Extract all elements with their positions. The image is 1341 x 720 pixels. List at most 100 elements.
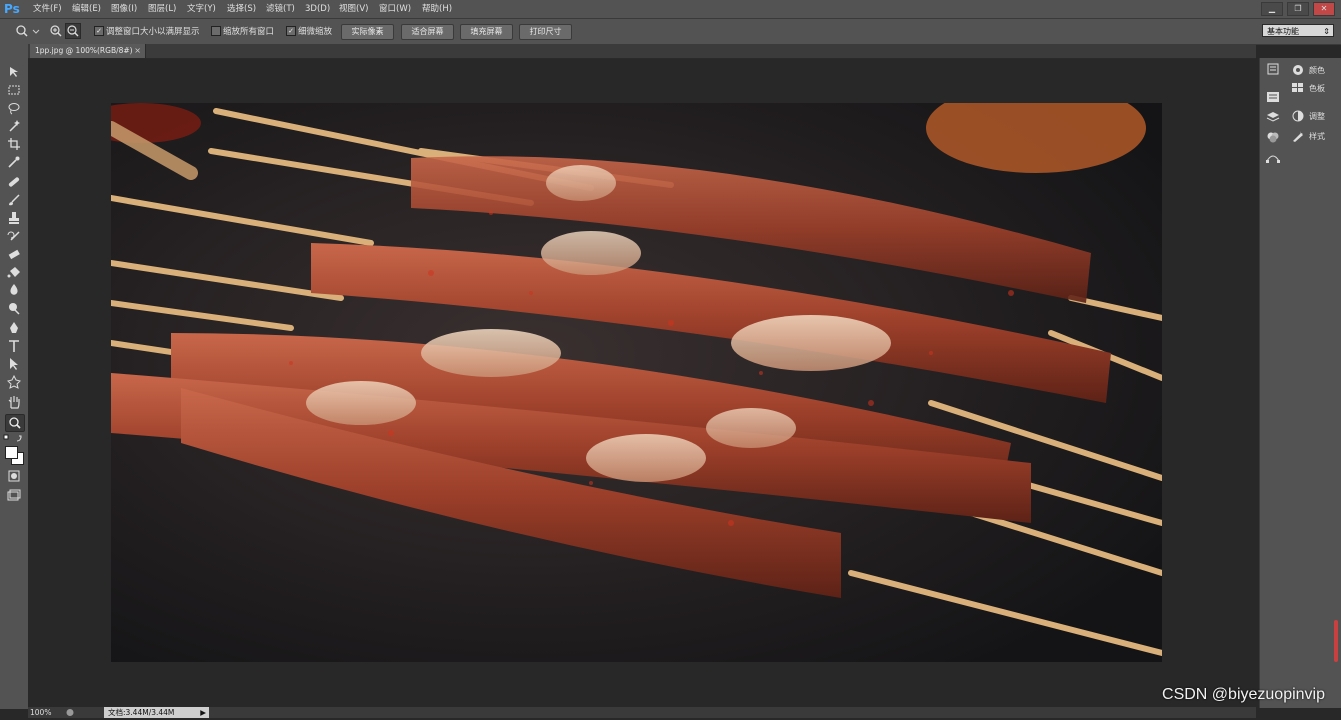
history-brush-tool[interactable] <box>5 228 23 244</box>
swatches-panel-button[interactable]: 色板 <box>1291 80 1339 96</box>
resize-windows-label: 调整窗口大小以满屏显示 <box>106 27 200 37</box>
droplet-icon <box>10 284 18 295</box>
marquee-icon <box>8 85 20 95</box>
adjustments-panel-label: 调整 <box>1309 111 1325 121</box>
kebab-skewers-photo <box>111 103 1162 662</box>
layers-icon <box>1266 112 1280 122</box>
dodge-icon <box>9 303 20 315</box>
lasso-icon <box>8 103 20 115</box>
bandage-icon <box>8 177 20 187</box>
menu-help[interactable]: 帮助(H) <box>422 0 452 18</box>
color-swatches[interactable] <box>4 445 24 465</box>
history-panel-button[interactable] <box>1265 62 1281 76</box>
move-icon <box>10 67 18 77</box>
menu-file[interactable]: 文件(F) <box>33 0 62 18</box>
pen-tool[interactable] <box>5 320 23 336</box>
minimize-button[interactable]: ▁ <box>1261 2 1283 16</box>
layers-panel-button[interactable] <box>1265 110 1281 124</box>
chevron-updown-icon: ⇕ <box>1323 27 1330 36</box>
quick-mask-button[interactable] <box>5 468 23 484</box>
checkbox-unchecked-icon <box>211 26 221 36</box>
move-tool[interactable] <box>5 64 23 80</box>
screen-mode-button[interactable] <box>5 487 23 503</box>
menu-bar: Ps 文件(F) 编辑(E) 图像(I) 图层(L) 文字(Y) 选择(S) 滤… <box>0 0 1341 19</box>
shape-tool[interactable] <box>5 374 23 390</box>
foreground-color-swatch[interactable] <box>5 446 18 459</box>
document-tab-title: 1pp.jpg @ 100%(RGB/8#) <box>35 46 133 55</box>
eraser-icon <box>8 249 20 260</box>
menu-select[interactable]: 选择(S) <box>227 0 256 18</box>
menu-edit[interactable]: 编辑(E) <box>72 0 101 18</box>
brush-icon <box>9 194 20 206</box>
actual-pixels-button[interactable]: 实际像素 <box>341 24 394 40</box>
channels-panel-button[interactable] <box>1265 130 1281 144</box>
history-icon <box>1267 63 1279 75</box>
scroll-indicator[interactable] <box>1334 620 1338 662</box>
type-tool[interactable] <box>5 338 23 354</box>
triangle-right-icon[interactable]: ▶ <box>200 707 206 718</box>
path-selection-tool[interactable] <box>5 356 23 372</box>
bucket-icon <box>7 267 20 278</box>
menu-filter[interactable]: 滤镜(T) <box>266 0 295 18</box>
lasso-tool[interactable] <box>5 100 23 116</box>
close-button[interactable]: ✕ <box>1313 2 1335 16</box>
watermark-text: CSDN @biyezuopinvip <box>1162 686 1325 703</box>
checkbox-checked-icon: ✓ <box>94 26 104 36</box>
hand-tool[interactable] <box>5 394 23 410</box>
channels-icon <box>1267 132 1279 143</box>
options-bar: ✓ 调整窗口大小以满屏显示 缩放所有窗口 ✓ 细微缩放 实际像素 适合屏幕 填充… <box>0 19 1341 45</box>
adjustments-panel-button[interactable]: 调整 <box>1291 108 1339 124</box>
document-canvas-image[interactable] <box>111 103 1162 662</box>
scrubby-zoom-checkbox[interactable]: ✓ 细微缩放 <box>286 25 332 37</box>
restore-button[interactable]: ❐ <box>1287 2 1309 16</box>
panel-dock: 颜色 色板 调整 样式 <box>1287 58 1341 708</box>
swatches-icon <box>1292 83 1303 92</box>
menu-window[interactable]: 窗口(W) <box>379 0 411 18</box>
properties-panel-button[interactable] <box>1265 90 1281 104</box>
zoom-in-button[interactable] <box>49 24 63 38</box>
fill-screen-button[interactable]: 填充屏幕 <box>460 24 513 40</box>
magic-wand-tool[interactable] <box>5 118 23 134</box>
workspace-select[interactable]: 基本功能 ⇕ <box>1262 24 1334 37</box>
info-icon <box>66 709 74 716</box>
blur-tool[interactable] <box>5 282 23 298</box>
crop-tool[interactable] <box>5 136 23 152</box>
zoom-out-button[interactable] <box>65 23 81 39</box>
eyedropper-tool[interactable] <box>5 154 23 170</box>
zoom-all-windows-label: 缩放所有窗口 <box>223 27 275 37</box>
tab-close-icon[interactable]: × <box>134 44 141 58</box>
zoom-tool-preset[interactable] <box>14 24 40 38</box>
screen-mode-icon <box>7 489 21 501</box>
menu-3d[interactable]: 3D(D) <box>305 0 330 18</box>
status-info-button[interactable] <box>65 708 75 717</box>
eraser-tool[interactable] <box>5 246 23 262</box>
status-bar: 100% 文档:3.44M/3.44M ▶ <box>28 707 1256 718</box>
menu-image[interactable]: 图像(I) <box>111 0 137 18</box>
menu-layer[interactable]: 图层(L) <box>148 0 176 18</box>
styles-panel-button[interactable]: 样式 <box>1291 128 1339 144</box>
color-panel-button[interactable]: 颜色 <box>1291 62 1339 78</box>
document-tab[interactable]: 1pp.jpg @ 100%(RGB/8#) × <box>30 44 146 58</box>
zoom-all-windows-checkbox[interactable]: 缩放所有窗口 <box>211 25 274 37</box>
zoom-out-icon <box>67 25 79 37</box>
print-size-button[interactable]: 打印尺寸 <box>519 24 572 40</box>
paths-panel-button[interactable] <box>1265 150 1281 164</box>
clone-stamp-tool[interactable] <box>5 210 23 226</box>
healing-brush-tool[interactable] <box>5 174 23 190</box>
resize-windows-checkbox[interactable]: ✓ 调整窗口大小以满屏显示 <box>94 25 200 37</box>
default-colors-swap[interactable] <box>3 434 25 444</box>
history-brush-icon <box>7 231 20 241</box>
paint-bucket-tool[interactable] <box>5 264 23 280</box>
color-panel-label: 颜色 <box>1309 65 1325 75</box>
panel-dock-icons <box>1259 58 1288 708</box>
fit-screen-button[interactable]: 适合屏幕 <box>401 24 454 40</box>
brush-tool[interactable] <box>5 192 23 208</box>
menu-type[interactable]: 文字(Y) <box>187 0 216 18</box>
dodge-tool[interactable] <box>5 300 23 316</box>
zoom-tool[interactable] <box>5 414 25 432</box>
menu-view[interactable]: 视图(V) <box>339 0 368 18</box>
marquee-tool[interactable] <box>5 82 23 98</box>
photoshop-logo: Ps <box>4 2 20 16</box>
zoom-level-field[interactable]: 100% <box>30 707 64 718</box>
crop-icon <box>8 138 20 150</box>
